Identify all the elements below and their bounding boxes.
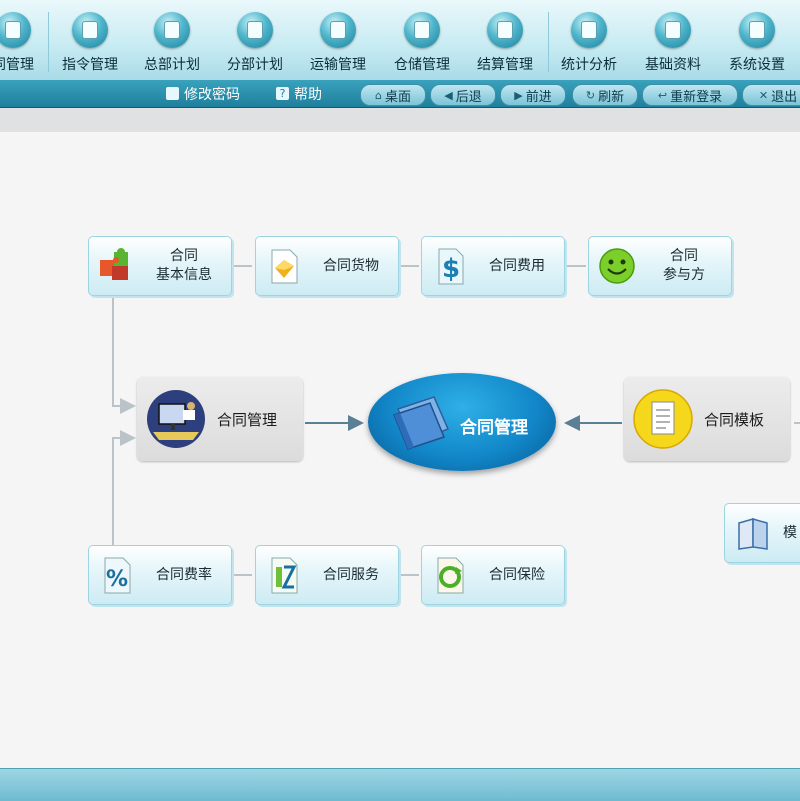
card-contract-insurance[interactable]: 合同保险 <box>421 545 565 605</box>
service-document-icon <box>264 555 304 595</box>
card-label: 合同货物 <box>323 257 379 274</box>
blue-folder-icon <box>388 389 456 455</box>
hub-contract-template[interactable]: 合同模板 <box>624 377 790 461</box>
card-label: 合同 参与方 <box>663 248 705 283</box>
card-contract-services[interactable]: 合同服务 <box>255 545 399 605</box>
card-contract-goods[interactable]: 合同货物 <box>255 236 399 296</box>
card-template-partial[interactable]: 模 <box>724 503 800 563</box>
card-label: 合同费率 <box>156 566 212 583</box>
insurance-document-icon <box>430 555 470 595</box>
card-contract-parties[interactable]: 合同 参与方 <box>588 236 732 296</box>
computer-desk-icon <box>145 388 207 450</box>
puzzle-icon <box>97 246 137 286</box>
card-label: 合同费用 <box>489 257 545 274</box>
center-label: 合同管理 <box>460 418 528 438</box>
status-bar <box>0 768 800 801</box>
hub-contract-management[interactable]: 合同管理 <box>137 377 303 461</box>
svg-text:%: % <box>106 567 128 592</box>
document-icon <box>632 388 694 450</box>
goods-document-icon <box>264 246 304 286</box>
svg-text:$: $ <box>442 254 460 284</box>
dollar-document-icon: $ <box>430 246 470 286</box>
smiley-icon <box>597 246 637 286</box>
card-label: 合同保险 <box>489 566 545 583</box>
center-contract-management[interactable]: 合同管理 <box>368 373 556 471</box>
hub-label: 合同管理 <box>217 410 278 429</box>
card-contract-fees[interactable]: $ 合同费用 <box>421 236 565 296</box>
hub-label: 合同模板 <box>704 410 765 429</box>
card-label: 合同 基本信息 <box>156 248 212 283</box>
card-contract-rates[interactable]: % 合同费率 <box>88 545 232 605</box>
book-icon <box>733 513 773 553</box>
card-label: 合同服务 <box>323 566 379 583</box>
card-contract-basic-info[interactable]: 合同 基本信息 <box>88 236 232 296</box>
card-label: 模 <box>783 524 797 541</box>
percent-document-icon: % <box>97 555 137 595</box>
